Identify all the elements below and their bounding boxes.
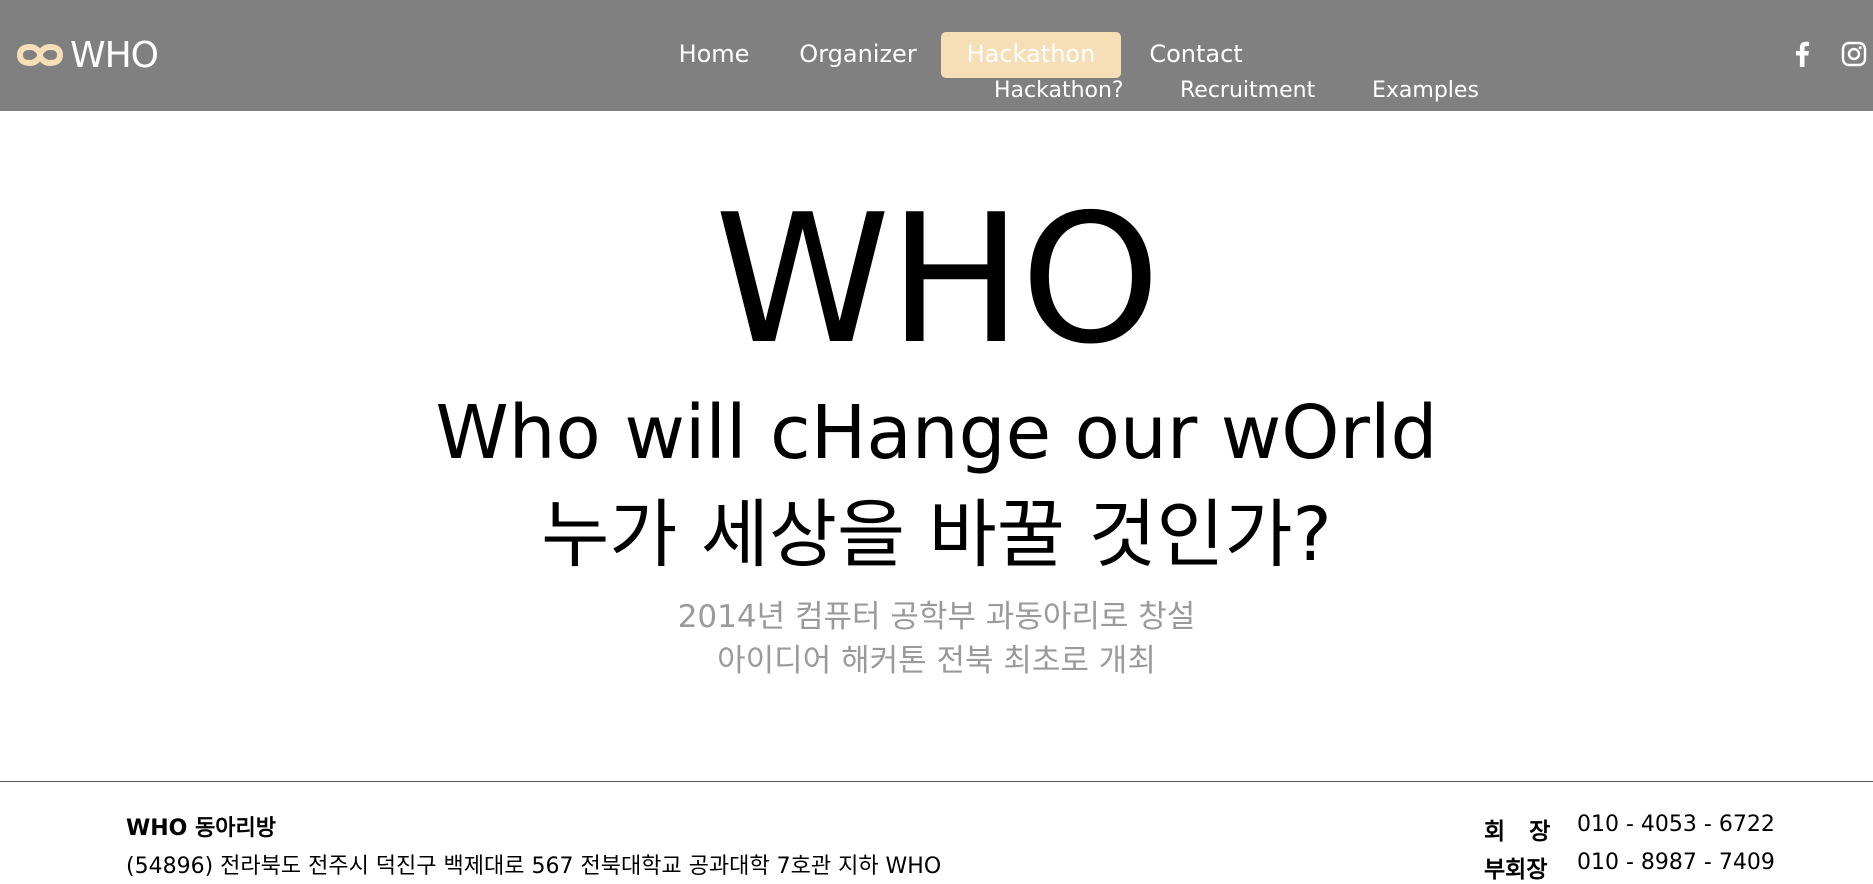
contact-phone-president: 010 - 4053 - 6722 bbox=[1577, 812, 1775, 837]
subnav-recruitment[interactable]: Recruitment bbox=[1180, 74, 1315, 108]
facebook-icon[interactable] bbox=[1788, 40, 1816, 68]
infinity-logo-icon bbox=[16, 43, 64, 67]
nav-organizer[interactable]: Organizer bbox=[790, 32, 926, 78]
hero-title: WHO bbox=[714, 176, 1161, 383]
hero-subtitle-korean: 누가 세상을 바꿀 것인가? bbox=[541, 492, 1332, 578]
instagram-icon[interactable] bbox=[1840, 40, 1868, 68]
logo-text: WHO bbox=[70, 34, 159, 76]
subnav-examples[interactable]: Examples bbox=[1372, 74, 1479, 108]
logo[interactable]: WHO bbox=[16, 30, 159, 80]
hero-subtitle-english: Who will cHange our wOrld bbox=[435, 390, 1438, 476]
footer-club-room: WHO 동아리방 bbox=[126, 816, 277, 841]
footer-address: (54896) 전라북도 전주시 덕진구 백제대로 567 전북대학교 공과대학… bbox=[126, 854, 942, 879]
contact-phone-vice-president: 010 - 8987 - 7409 bbox=[1577, 850, 1775, 875]
nav-contact[interactable]: Contact bbox=[1136, 32, 1256, 78]
subnav-hackathon-what[interactable]: Hackathon? bbox=[994, 74, 1124, 108]
hero-description-line-2: 아이디어 해커톤 전북 최초로 개최 bbox=[717, 643, 1156, 679]
site-header: WHO Home Organizer Hackathon Contact Hac… bbox=[0, 0, 1873, 111]
nav-home[interactable]: Home bbox=[668, 32, 760, 78]
nav-hackathon[interactable]: Hackathon bbox=[941, 32, 1121, 78]
hero-description-line-1: 2014년 컴퓨터 공학부 과동아리로 창설 bbox=[677, 599, 1196, 635]
footer-divider bbox=[0, 781, 1873, 782]
contact-role-vice-president: 부회장 bbox=[1484, 857, 1548, 883]
contact-role-president: 회 장 bbox=[1484, 819, 1551, 845]
